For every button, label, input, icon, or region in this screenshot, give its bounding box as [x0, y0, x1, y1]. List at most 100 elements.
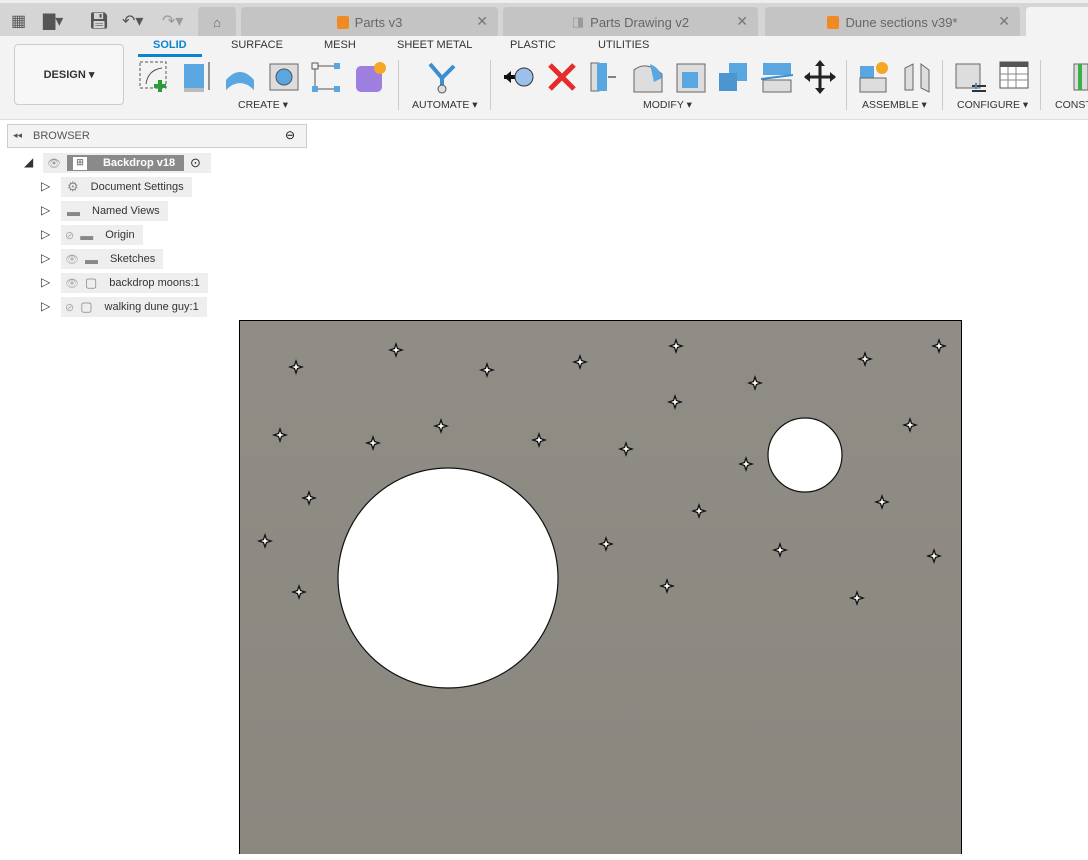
small-moon-cutout [767, 417, 843, 493]
construct-menu[interactable]: CONST [1055, 99, 1088, 111]
workspace-switcher[interactable]: DESIGN ▾ [14, 44, 124, 105]
shell-icon[interactable] [588, 60, 620, 94]
move-icon[interactable] [804, 60, 836, 94]
tree-item[interactable]: ⊘ ▬ Origin [61, 225, 143, 245]
tab-active[interactable] [1026, 7, 1088, 37]
joint-icon[interactable] [901, 60, 933, 94]
configuration-table-icon[interactable] [998, 60, 1030, 94]
star-cutout [597, 535, 615, 553]
tab-sheet-metal[interactable]: SHEET METAL [397, 39, 472, 51]
star-cutout [658, 577, 676, 595]
parameters-icon[interactable] [954, 60, 986, 94]
expand-arrow-icon[interactable]: ▷ [41, 227, 50, 241]
tab-utilities[interactable]: UTILITIES [598, 39, 649, 51]
configure-menu[interactable]: CONFIGURE ▾ [957, 99, 1028, 111]
star-cutout [478, 361, 496, 379]
automate-icon[interactable] [426, 60, 458, 94]
close-icon[interactable]: ✕ [998, 13, 1010, 30]
close-icon[interactable]: ✕ [476, 13, 488, 30]
title-bar: ▦ ▇▾ 💾︎ ↶▾ ↷▾ ⌂ Parts v3 ✕ ◨ Parts Drawing… [0, 0, 1088, 37]
tree-root[interactable]: 👁︎ ⊞ Backdrop v18 ⊙ [43, 153, 211, 173]
tab-surface[interactable]: SURFACE [231, 39, 283, 51]
expand-arrow-icon[interactable]: ▷ [41, 251, 50, 265]
collapse-panel-icon[interactable]: ◂◂ [13, 130, 22, 141]
minimize-icon[interactable]: ⊖ [285, 128, 295, 142]
tab-solid[interactable]: SOLID [138, 39, 202, 57]
tree-item-label: Document Settings [90, 181, 184, 193]
expand-arrow-icon[interactable]: ▷ [41, 275, 50, 289]
eye-hidden-icon[interactable]: ⊘ [65, 301, 74, 314]
file-menu-icon[interactable]: ▇▾ [43, 11, 63, 31]
star-cutout [617, 440, 635, 458]
save-icon[interactable]: 💾︎ [89, 11, 109, 31]
star-cutout [300, 489, 318, 507]
large-moon-cutout [337, 467, 559, 689]
star-cutout [432, 417, 450, 435]
tree-item[interactable]: ⚙ Document Settings [61, 177, 192, 197]
part-cube-icon [336, 15, 349, 29]
star-cutout [571, 353, 589, 371]
tab-mesh[interactable]: MESH [324, 39, 356, 51]
modify-menu[interactable]: MODIFY ▾ [643, 99, 692, 111]
expanded-arrow-icon[interactable]: ◢ [24, 155, 33, 169]
tab-plastic[interactable]: PLASTIC [510, 39, 556, 51]
star-cutout [256, 532, 274, 550]
star-cutout [856, 350, 874, 368]
press-pull-icon[interactable] [502, 60, 534, 94]
eye-hidden-icon[interactable]: ⊘ [65, 229, 74, 242]
tree-item-label: walking dune guy:1 [104, 301, 199, 313]
star-cutout [271, 426, 289, 444]
tab-dune-sections[interactable]: Dune sections v39* ✕ [765, 7, 1020, 37]
star-cutout [387, 341, 405, 359]
star-cutout [364, 434, 382, 452]
browser-title: BROWSER [33, 130, 90, 142]
tree-item[interactable]: ▬ Named Views [61, 201, 168, 221]
star-cutout [746, 374, 764, 392]
split-body-icon[interactable] [761, 60, 793, 94]
new-component-icon[interactable] [858, 60, 890, 94]
expand-arrow-icon[interactable]: ▷ [41, 299, 50, 313]
revolve-icon[interactable] [224, 60, 256, 94]
eye-icon[interactable]: 👁︎ [47, 157, 61, 170]
divider [942, 60, 943, 110]
delete-icon[interactable] [546, 60, 578, 94]
activate-radio-icon[interactable]: ⊙ [190, 155, 201, 171]
close-icon[interactable]: ✕ [736, 13, 748, 30]
tree-item-label: backdrop moons:1 [109, 277, 200, 289]
expand-arrow-icon[interactable]: ▷ [41, 203, 50, 217]
part-cube-icon [827, 15, 840, 29]
star-cutout [530, 431, 548, 449]
home-tab[interactable]: ⌂ [198, 7, 236, 37]
app-grid-icon[interactable]: ▦ [11, 11, 26, 31]
pattern-icon[interactable] [310, 60, 342, 94]
divider [1040, 60, 1041, 110]
model-viewport[interactable] [239, 320, 962, 854]
chamfer-icon[interactable] [675, 60, 707, 94]
construct-plane-icon[interactable] [1072, 60, 1088, 94]
create-sketch-icon[interactable] [138, 60, 170, 94]
automate-menu[interactable]: AUTOMATE ▾ [412, 99, 478, 111]
combine-icon[interactable] [717, 60, 749, 94]
tree-item-label: Named Views [92, 205, 160, 217]
component-icon: ▢ [84, 275, 98, 290]
create-menu[interactable]: CREATE ▾ [238, 99, 288, 111]
fillet-icon[interactable] [632, 60, 664, 94]
hole-icon[interactable] [268, 60, 300, 94]
eye-icon[interactable]: 👁︎ [65, 277, 79, 290]
tab-parts-drawing[interactable]: ◨ Parts Drawing v2 ✕ [503, 7, 758, 37]
tab-parts[interactable]: Parts v3 ✕ [241, 7, 498, 37]
tree-item[interactable]: ⊘ ▢ walking dune guy:1 [61, 297, 207, 317]
eye-icon[interactable]: 👁︎ [65, 253, 79, 266]
undo-icon[interactable]: ↶▾ [122, 11, 143, 31]
folder-icon: ▬ [80, 227, 94, 243]
drawing-icon: ◨ [571, 14, 585, 29]
star-cutout [771, 541, 789, 559]
assemble-menu[interactable]: ASSEMBLE ▾ [862, 99, 927, 111]
extrude-icon[interactable] [180, 60, 212, 94]
tree-item[interactable]: 👁︎ ▢ backdrop moons:1 [61, 273, 208, 293]
redo-icon[interactable]: ↷▾ [162, 11, 183, 31]
expand-arrow-icon[interactable]: ▷ [41, 179, 50, 193]
create-form-icon[interactable] [354, 60, 386, 94]
tree-item[interactable]: 👁︎ ▬ Sketches [61, 249, 164, 269]
home-icon: ⌂ [213, 14, 221, 30]
